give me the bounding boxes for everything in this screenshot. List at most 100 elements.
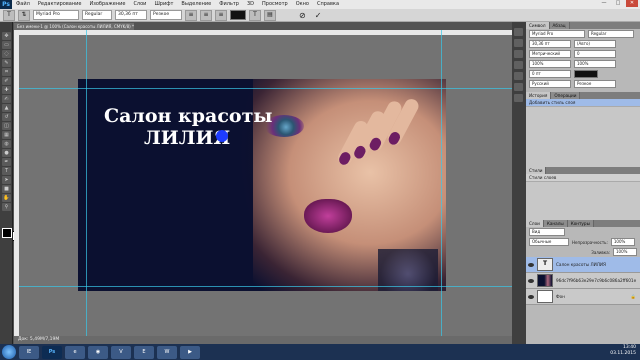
- tab-actions[interactable]: Операции: [551, 92, 581, 99]
- taskbar-app-e[interactable]: E: [134, 345, 154, 359]
- char-tracking[interactable]: 0: [574, 50, 616, 58]
- brush-tool-icon[interactable]: ✍: [2, 95, 11, 103]
- tab-paths[interactable]: Контуры: [567, 220, 594, 227]
- text-color-swatch[interactable]: [230, 10, 246, 20]
- blur-tool-icon[interactable]: ◍: [2, 140, 11, 148]
- type-tool-icon-side[interactable]: T: [2, 167, 11, 175]
- warp-text-icon[interactable]: T: [249, 9, 261, 21]
- menu-view[interactable]: Просмотр: [258, 0, 292, 9]
- lasso-tool-icon[interactable]: ◌: [2, 50, 11, 58]
- clone-source-panel-icon[interactable]: [514, 83, 523, 91]
- tab-paragraph[interactable]: Абзац: [549, 22, 570, 29]
- brush-panel-icon[interactable]: [514, 72, 523, 80]
- system-tray-clock[interactable]: 13:40 03.11.2015: [610, 345, 636, 357]
- char-baseline-shift[interactable]: 0 пт: [529, 70, 571, 78]
- menu-filter[interactable]: Фильтр: [215, 0, 243, 9]
- character-panel-dock-icon[interactable]: [514, 50, 523, 58]
- move-tool-icon[interactable]: ✥: [2, 32, 11, 40]
- minimize-button[interactable]: —: [598, 0, 610, 7]
- orientation-toggle-icon[interactable]: ⇅: [18, 9, 30, 21]
- char-kerning[interactable]: Метрический: [529, 50, 571, 58]
- guide-horizontal[interactable]: [19, 88, 512, 89]
- align-center-icon[interactable]: ≡: [200, 9, 212, 21]
- layer-row[interactable]: 96dc7f96b63e29e7c9b6c086a2ff601e: [526, 273, 640, 289]
- tab-character[interactable]: Символ: [526, 22, 550, 29]
- gradient-tool-icon[interactable]: ▦: [2, 131, 11, 139]
- path-select-tool-icon[interactable]: ➤: [2, 176, 11, 184]
- eraser-tool-icon[interactable]: ◫: [2, 122, 11, 130]
- headline-line-1[interactable]: Салон красоты: [104, 105, 272, 127]
- history-panel-icon[interactable]: [514, 28, 523, 36]
- menu-window[interactable]: Окно: [292, 0, 313, 9]
- layer-row[interactable]: Фон 🔒: [526, 289, 640, 305]
- taskbar-app-chrome[interactable]: ◉: [88, 345, 108, 359]
- char-antialias[interactable]: Резкое: [574, 80, 616, 88]
- align-right-icon[interactable]: ≡: [215, 9, 227, 21]
- history-item[interactable]: Добавить стиль слоя: [526, 99, 640, 107]
- zoom-tool-icon[interactable]: ⚲: [2, 203, 11, 211]
- eyedropper-tool-icon[interactable]: ✐: [2, 77, 11, 85]
- fill-field[interactable]: 100%: [613, 248, 637, 256]
- type-tool-icon[interactable]: T: [3, 9, 15, 21]
- char-horizontal-scale[interactable]: 100%: [574, 60, 616, 68]
- start-button[interactable]: [2, 345, 16, 359]
- blend-mode-select[interactable]: Обычные: [529, 238, 569, 246]
- adjustments-panel-icon[interactable]: [514, 94, 523, 102]
- char-color-swatch[interactable]: [574, 70, 598, 78]
- foreground-color-swatch[interactable]: [2, 228, 12, 238]
- layer-row[interactable]: T Салон красоты ЛИЛИЯ: [526, 257, 640, 273]
- layers-filter-select[interactable]: Вид: [529, 228, 565, 236]
- font-style-select[interactable]: Regular: [82, 10, 112, 20]
- actions-panel-icon[interactable]: [514, 39, 523, 47]
- visibility-eye-icon[interactable]: [528, 294, 534, 299]
- char-language[interactable]: Русский: [529, 80, 571, 88]
- taskbar-app-ie[interactable]: IE: [19, 345, 39, 359]
- document-tab[interactable]: Без имени-1 @ 100% (Салон красоты ЛИЛИЯ,…: [14, 23, 134, 30]
- guide-vertical[interactable]: [441, 30, 442, 336]
- opacity-field[interactable]: 100%: [610, 238, 635, 246]
- taskbar-app-player[interactable]: ▶: [180, 345, 200, 359]
- close-button[interactable]: ✕: [626, 0, 638, 7]
- menu-3d[interactable]: 3D: [243, 0, 258, 9]
- visibility-eye-icon[interactable]: [528, 262, 534, 267]
- menu-file[interactable]: Файл: [12, 0, 34, 9]
- guide-vertical[interactable]: [86, 30, 87, 336]
- paragraph-panel-icon[interactable]: [514, 61, 523, 69]
- taskbar-app-word[interactable]: W: [157, 345, 177, 359]
- menu-help[interactable]: Справка: [313, 0, 343, 9]
- visibility-eye-icon[interactable]: [528, 278, 534, 283]
- menu-layers[interactable]: Слои: [129, 0, 150, 9]
- tab-styles[interactable]: Стили: [526, 167, 547, 174]
- char-leading[interactable]: (Авто): [574, 40, 616, 48]
- crop-tool-icon[interactable]: ⌗: [2, 68, 11, 76]
- guide-horizontal[interactable]: [19, 286, 512, 287]
- menu-image[interactable]: Изображение: [85, 0, 129, 9]
- char-font-size[interactable]: 30,36 пт: [529, 40, 571, 48]
- taskbar-app-explorer[interactable]: e: [65, 345, 85, 359]
- align-left-icon[interactable]: ≡: [185, 9, 197, 21]
- menu-edit[interactable]: Редактирование: [34, 0, 86, 9]
- healing-tool-icon[interactable]: ✚: [2, 86, 11, 94]
- font-family-select[interactable]: Myriad Pro: [33, 10, 79, 20]
- taskbar-app-photoshop[interactable]: Ps: [42, 345, 62, 359]
- commit-icon[interactable]: ✓: [315, 11, 322, 20]
- tab-history[interactable]: История: [526, 92, 552, 99]
- maximize-button[interactable]: □: [612, 0, 624, 7]
- font-size-select[interactable]: 30,36 пт: [115, 10, 147, 20]
- dodge-tool-icon[interactable]: ●: [2, 149, 11, 157]
- tab-channels[interactable]: Каналы: [543, 220, 568, 227]
- stamp-tool-icon[interactable]: ▲: [2, 104, 11, 112]
- menu-select[interactable]: Выделение: [177, 0, 215, 9]
- antialias-select[interactable]: Резкое: [150, 10, 182, 20]
- character-panel-icon[interactable]: ▤: [264, 9, 276, 21]
- taskbar-app-v[interactable]: V: [111, 345, 131, 359]
- shape-tool-icon[interactable]: ■: [2, 185, 11, 193]
- document-image[interactable]: Салон красоты ЛИЛИЯ: [78, 79, 446, 291]
- pen-tool-icon[interactable]: ✒: [2, 158, 11, 166]
- cancel-icon[interactable]: ⊘: [299, 11, 306, 20]
- tab-layers[interactable]: Слои: [526, 220, 544, 227]
- quick-select-tool-icon[interactable]: ✎: [2, 59, 11, 67]
- hand-tool-icon[interactable]: ✋: [2, 194, 11, 202]
- history-brush-tool-icon[interactable]: ↺: [2, 113, 11, 121]
- char-font-family[interactable]: Myriad Pro: [529, 30, 585, 38]
